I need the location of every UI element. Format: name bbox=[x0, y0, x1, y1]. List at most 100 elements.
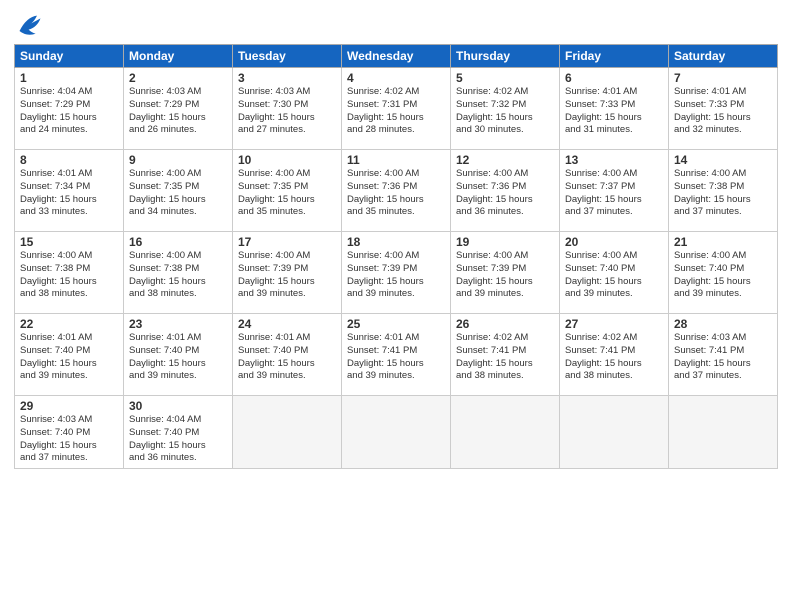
day-info: Sunset: 7:41 PM bbox=[347, 345, 445, 358]
day-info: Sunset: 7:30 PM bbox=[238, 99, 336, 112]
calendar-cell bbox=[342, 396, 451, 469]
calendar-header: SundayMondayTuesdayWednesdayThursdayFrid… bbox=[15, 45, 778, 68]
day-info: and 38 minutes. bbox=[456, 370, 554, 383]
calendar-cell: 18Sunrise: 4:00 AMSunset: 7:39 PMDayligh… bbox=[342, 232, 451, 314]
day-info: Sunset: 7:37 PM bbox=[565, 181, 663, 194]
header-day-sunday: Sunday bbox=[15, 45, 124, 68]
day-info: Sunrise: 4:00 AM bbox=[674, 168, 772, 181]
day-info: Sunset: 7:40 PM bbox=[674, 263, 772, 276]
bird-icon bbox=[16, 10, 44, 38]
calendar-cell bbox=[669, 396, 778, 469]
day-info: Daylight: 15 hours bbox=[129, 194, 227, 207]
day-info: Daylight: 15 hours bbox=[565, 358, 663, 371]
day-info: Sunset: 7:38 PM bbox=[129, 263, 227, 276]
day-info: Daylight: 15 hours bbox=[456, 358, 554, 371]
day-number: 3 bbox=[238, 71, 336, 85]
day-info: Sunrise: 4:02 AM bbox=[456, 332, 554, 345]
day-info: Sunrise: 4:00 AM bbox=[565, 250, 663, 263]
day-info: Sunrise: 4:01 AM bbox=[20, 332, 118, 345]
header-row: SundayMondayTuesdayWednesdayThursdayFrid… bbox=[15, 45, 778, 68]
day-info: Sunset: 7:39 PM bbox=[238, 263, 336, 276]
day-info: Sunrise: 4:02 AM bbox=[456, 86, 554, 99]
day-number: 24 bbox=[238, 317, 336, 331]
week-row: 15Sunrise: 4:00 AMSunset: 7:38 PMDayligh… bbox=[15, 232, 778, 314]
day-number: 5 bbox=[456, 71, 554, 85]
day-info: Daylight: 15 hours bbox=[565, 276, 663, 289]
day-info: Sunset: 7:40 PM bbox=[129, 345, 227, 358]
day-info: Daylight: 15 hours bbox=[20, 440, 118, 453]
day-info: Sunrise: 4:00 AM bbox=[347, 250, 445, 263]
day-number: 19 bbox=[456, 235, 554, 249]
day-info: and 32 minutes. bbox=[674, 124, 772, 137]
day-info: Daylight: 15 hours bbox=[565, 194, 663, 207]
day-info: Sunrise: 4:04 AM bbox=[20, 86, 118, 99]
calendar-cell: 23Sunrise: 4:01 AMSunset: 7:40 PMDayligh… bbox=[124, 314, 233, 396]
day-info: Sunset: 7:29 PM bbox=[20, 99, 118, 112]
day-info: Sunset: 7:39 PM bbox=[347, 263, 445, 276]
day-number: 12 bbox=[456, 153, 554, 167]
calendar-cell: 15Sunrise: 4:00 AMSunset: 7:38 PMDayligh… bbox=[15, 232, 124, 314]
day-info: Sunrise: 4:00 AM bbox=[565, 168, 663, 181]
week-row: 8Sunrise: 4:01 AMSunset: 7:34 PMDaylight… bbox=[15, 150, 778, 232]
calendar-cell: 5Sunrise: 4:02 AMSunset: 7:32 PMDaylight… bbox=[451, 68, 560, 150]
day-info: Sunset: 7:33 PM bbox=[674, 99, 772, 112]
day-info: Sunset: 7:31 PM bbox=[347, 99, 445, 112]
day-info: and 27 minutes. bbox=[238, 124, 336, 137]
calendar-cell: 17Sunrise: 4:00 AMSunset: 7:39 PMDayligh… bbox=[233, 232, 342, 314]
day-number: 14 bbox=[674, 153, 772, 167]
calendar-cell: 6Sunrise: 4:01 AMSunset: 7:33 PMDaylight… bbox=[560, 68, 669, 150]
day-number: 9 bbox=[129, 153, 227, 167]
calendar-cell: 27Sunrise: 4:02 AMSunset: 7:41 PMDayligh… bbox=[560, 314, 669, 396]
day-number: 29 bbox=[20, 399, 118, 413]
calendar-cell: 30Sunrise: 4:04 AMSunset: 7:40 PMDayligh… bbox=[124, 396, 233, 469]
day-number: 17 bbox=[238, 235, 336, 249]
day-info: Daylight: 15 hours bbox=[456, 194, 554, 207]
day-info: Sunset: 7:32 PM bbox=[456, 99, 554, 112]
day-info: Daylight: 15 hours bbox=[456, 276, 554, 289]
day-info: Sunset: 7:41 PM bbox=[565, 345, 663, 358]
day-info: Sunrise: 4:02 AM bbox=[347, 86, 445, 99]
day-info: and 30 minutes. bbox=[456, 124, 554, 137]
calendar-cell: 25Sunrise: 4:01 AMSunset: 7:41 PMDayligh… bbox=[342, 314, 451, 396]
calendar-cell: 28Sunrise: 4:03 AMSunset: 7:41 PMDayligh… bbox=[669, 314, 778, 396]
day-info: Sunset: 7:34 PM bbox=[20, 181, 118, 194]
day-info: Sunrise: 4:01 AM bbox=[565, 86, 663, 99]
calendar-cell: 1Sunrise: 4:04 AMSunset: 7:29 PMDaylight… bbox=[15, 68, 124, 150]
header-day-thursday: Thursday bbox=[451, 45, 560, 68]
day-number: 15 bbox=[20, 235, 118, 249]
day-info: Sunrise: 4:00 AM bbox=[129, 250, 227, 263]
day-info: Sunset: 7:40 PM bbox=[129, 427, 227, 440]
header-day-tuesday: Tuesday bbox=[233, 45, 342, 68]
day-info: Sunset: 7:29 PM bbox=[129, 99, 227, 112]
day-number: 22 bbox=[20, 317, 118, 331]
week-row: 22Sunrise: 4:01 AMSunset: 7:40 PMDayligh… bbox=[15, 314, 778, 396]
day-info: Daylight: 15 hours bbox=[565, 112, 663, 125]
calendar-cell: 26Sunrise: 4:02 AMSunset: 7:41 PMDayligh… bbox=[451, 314, 560, 396]
day-info: Daylight: 15 hours bbox=[238, 276, 336, 289]
calendar-table: SundayMondayTuesdayWednesdayThursdayFrid… bbox=[14, 44, 778, 469]
day-info: Sunset: 7:38 PM bbox=[674, 181, 772, 194]
calendar-cell: 2Sunrise: 4:03 AMSunset: 7:29 PMDaylight… bbox=[124, 68, 233, 150]
calendar-cell: 4Sunrise: 4:02 AMSunset: 7:31 PMDaylight… bbox=[342, 68, 451, 150]
day-info: Sunset: 7:35 PM bbox=[129, 181, 227, 194]
day-info: Sunset: 7:36 PM bbox=[456, 181, 554, 194]
day-info: and 38 minutes. bbox=[565, 370, 663, 383]
calendar-cell: 7Sunrise: 4:01 AMSunset: 7:33 PMDaylight… bbox=[669, 68, 778, 150]
day-info: and 35 minutes. bbox=[238, 206, 336, 219]
day-info: and 28 minutes. bbox=[347, 124, 445, 137]
calendar-cell: 20Sunrise: 4:00 AMSunset: 7:40 PMDayligh… bbox=[560, 232, 669, 314]
day-info: and 38 minutes. bbox=[20, 288, 118, 301]
day-info: Sunrise: 4:01 AM bbox=[129, 332, 227, 345]
day-info: Daylight: 15 hours bbox=[238, 358, 336, 371]
page: SundayMondayTuesdayWednesdayThursdayFrid… bbox=[0, 0, 792, 612]
day-info: and 37 minutes. bbox=[565, 206, 663, 219]
day-number: 2 bbox=[129, 71, 227, 85]
day-info: Sunrise: 4:04 AM bbox=[129, 414, 227, 427]
day-info: Daylight: 15 hours bbox=[20, 276, 118, 289]
day-info: Sunrise: 4:03 AM bbox=[238, 86, 336, 99]
day-info: Daylight: 15 hours bbox=[674, 276, 772, 289]
day-info: Daylight: 15 hours bbox=[20, 358, 118, 371]
calendar-cell: 8Sunrise: 4:01 AMSunset: 7:34 PMDaylight… bbox=[15, 150, 124, 232]
day-info: Sunrise: 4:00 AM bbox=[456, 168, 554, 181]
day-info: and 34 minutes. bbox=[129, 206, 227, 219]
